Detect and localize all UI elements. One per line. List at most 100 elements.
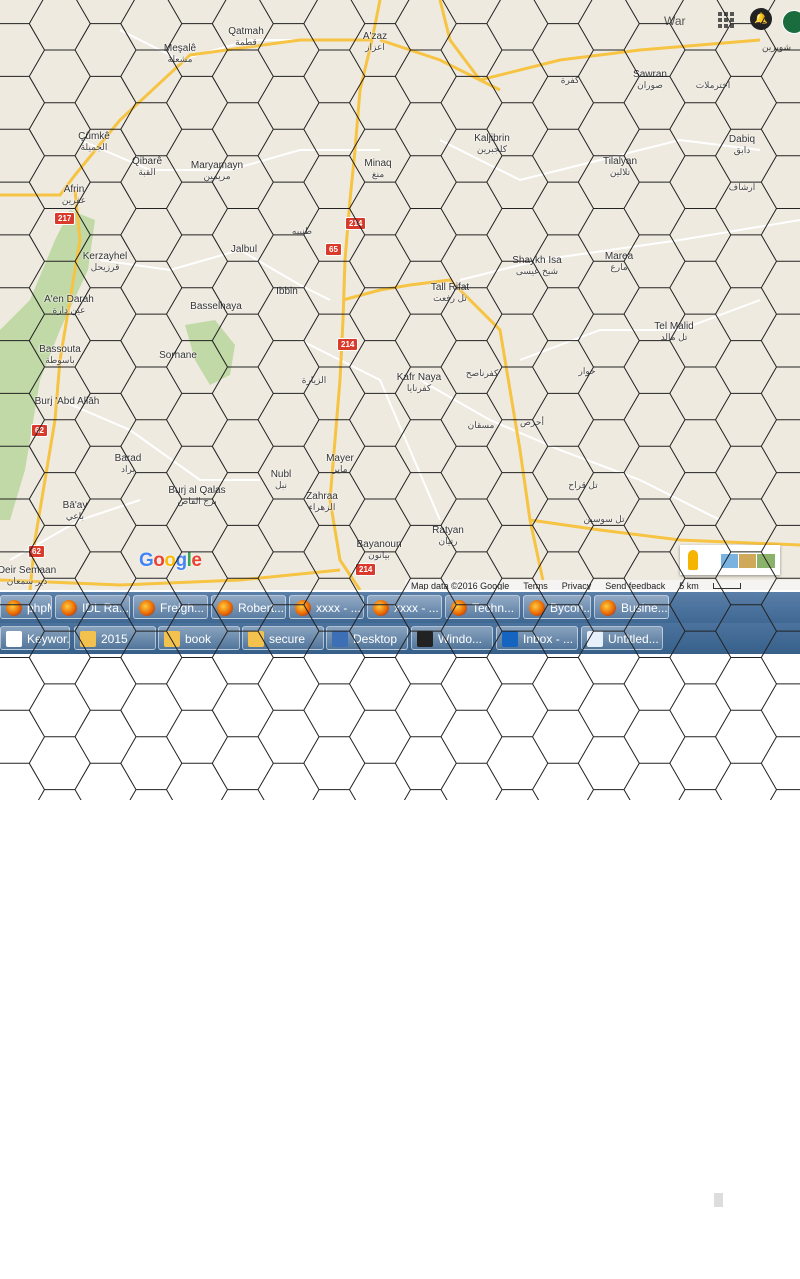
taskbar-item-idl[interactable]: IDL Ra... [55, 595, 130, 619]
taskbar-item-xxxx-1[interactable]: xxxx - ... [289, 595, 364, 619]
taskbar-item-windows[interactable]: Windo... [411, 626, 493, 650]
place-label-nubl[interactable]: Nubl نبل [271, 469, 292, 491]
place-label-aendarah[interactable]: A'en Darah عين دارة [44, 294, 94, 316]
place-label-bayanoun[interactable]: Bayanoun بيانون [356, 539, 401, 561]
taskbar-item-desktop[interactable]: Desktop [326, 626, 408, 650]
place-label-minaq[interactable]: Minaq منغ [364, 158, 391, 180]
task-label: Busine... [621, 601, 668, 615]
place-label-ratyan[interactable]: Ratyan رتيان [432, 525, 464, 547]
clock-time[interactable]: 13:42 [752, 1188, 782, 1201]
place-label-ahras[interactable]: أحرص [520, 417, 544, 428]
place-name-arabic: تل سوسين [583, 514, 625, 524]
taskbar-item-techn[interactable]: Techn... [445, 595, 520, 619]
place-label-telmalid[interactable]: Tel Malid تل مالد [654, 321, 693, 343]
privacy-link[interactable]: Privacy [562, 581, 592, 590]
place-label-tallrifat[interactable]: Tall Rifat تل رفعت [431, 282, 469, 304]
windows-logo-icon[interactable] [700, 1254, 714, 1268]
place-label-sorhane[interactable]: Sorhane [159, 350, 197, 361]
place-label-ibbin[interactable]: Ibbin [276, 286, 298, 297]
place-name: Qibarê [131, 156, 163, 167]
place-name-arabic: بيانون [368, 550, 390, 560]
place-label-arshaf[interactable]: ارشاف [729, 182, 755, 193]
taskbar-item-2015[interactable]: 2015 [74, 626, 156, 650]
place-name-arabic: الجميلة [80, 142, 108, 152]
place-label-qatmah[interactable]: Qatmah قطمة [228, 26, 264, 48]
place-label-baay[interactable]: Bā'ay باعي [63, 500, 88, 522]
taskbar-item-book[interactable]: book [158, 626, 240, 650]
task-label: Bycon... [550, 601, 591, 615]
place-label-barad[interactable]: Barad براد [115, 453, 142, 475]
place-label-tilalyan[interactable]: Tilalyan تلالين [603, 156, 637, 178]
place-label-bassouta[interactable]: Bassouta باسوطة [39, 344, 81, 366]
taskbar-item-robert[interactable]: Robert... [211, 595, 286, 619]
place-name: A'zaz [362, 31, 388, 42]
taskbar-item-keyword[interactable]: Keywor... [0, 626, 70, 650]
place-name-arabic: نبل [274, 480, 288, 490]
place-label-dabiq[interactable]: Dabiq دابق [729, 134, 755, 156]
place-name: Tall Rifat [430, 282, 470, 293]
taskbar-item-freight[interactable]: Freigh... [133, 595, 208, 619]
avatar[interactable] [782, 10, 800, 34]
firefox-icon [61, 600, 77, 616]
place-label-cumke[interactable]: Çûmkê الجميلة [78, 131, 110, 153]
taskbar-item-bycon[interactable]: Bycon... [523, 595, 591, 619]
place-name: Sorhane [159, 350, 197, 361]
place-label-jalbul[interactable]: Jalbul [231, 244, 257, 255]
place-label-hawar[interactable]: حوار [578, 366, 595, 377]
place-label-sawran[interactable]: Sawran صوران [633, 69, 667, 91]
terms-link[interactable]: Terms [523, 581, 548, 590]
notification-bell-icon[interactable]: 🔔 [750, 8, 772, 30]
place-label-tallqarah[interactable]: تل قراح [568, 480, 597, 491]
task-label: xxxx - ... [394, 601, 439, 615]
terrain-view-thumbnail[interactable] [756, 553, 776, 569]
place-label-burjalqalas[interactable]: Burj al Qalas برج القاص [168, 485, 225, 507]
send-feedback-link[interactable]: Send feedback [605, 581, 665, 590]
clock-date[interactable]: Saturda 20/02/20 [755, 1251, 798, 1279]
firefox-icon [373, 600, 389, 616]
place-name: Sawran [633, 69, 667, 80]
place-name-arabic: اعزاز [365, 42, 385, 52]
place-label-mayer[interactable]: Mayer ماير [326, 453, 354, 475]
place-name: Jalbul [230, 244, 258, 255]
map-canvas[interactable]: Qatmah قطمة A'zaz اعزاز Meşalê مشعلة كفرة Sawra… [0, 0, 800, 590]
taskbar-item-secure[interactable]: secure [242, 626, 324, 650]
place-name-arabic: مريمين [203, 171, 231, 181]
pegman-icon[interactable] [688, 550, 698, 570]
place-label-kafrnasih[interactable]: كفرناصح [466, 368, 499, 379]
system-tray-icons[interactable] [696, 1190, 746, 1210]
place-label-tanabiya[interactable]: طنبيه [292, 226, 312, 237]
place-label-maskan[interactable]: مسقان [468, 420, 495, 431]
place-label-marea[interactable]: Marea مارع [605, 251, 633, 273]
place-label-zahraa[interactable]: Zahraa الزهراء [306, 491, 338, 513]
place-label-ikhtimalat[interactable]: اخترملات [696, 80, 730, 91]
place-label-qibare[interactable]: Qibarê القبة [132, 156, 162, 178]
place-label-kerzayhel[interactable]: Kerzayhel قرزيحل [83, 251, 127, 273]
place-label-maryamayn[interactable]: Maryamayn مريمين [191, 160, 243, 182]
taskbar-item-business[interactable]: Busine... [594, 595, 669, 619]
apps-grid-icon[interactable] [718, 12, 734, 28]
place-label-ziyara[interactable]: الزيارة [302, 375, 327, 386]
street-view-panel [680, 545, 780, 575]
place-label-kaljibrin[interactable]: Kaljibrin كلجبرين [474, 133, 510, 155]
taskbar-item-xxxx-2[interactable]: xxxx - ... [367, 595, 442, 619]
firefox-icon [600, 600, 616, 616]
place-label-shaykhisa[interactable]: Shaykh Isa شيخ عيسى [512, 255, 561, 277]
place-label-burjabdallah[interactable]: Burj 'Abd Allāh [35, 396, 100, 407]
place-label-tallsusayn[interactable]: تل سوسين [583, 514, 624, 525]
place-label-afrin[interactable]: Afrin عفرين [62, 184, 86, 206]
place-label-kafrnaya[interactable]: Kafr Naya كفرنايا [397, 372, 441, 394]
earth-view-thumbnail[interactable] [738, 553, 758, 569]
place-label-deirsemaan[interactable]: Deir Semaan دير سمعان [0, 565, 56, 587]
place-name-arabic: طنبيه [291, 226, 313, 236]
taskbar-item-inbox[interactable]: Inbox - ... [496, 626, 578, 650]
place-label-azaz[interactable]: A'zaz اعزاز [363, 31, 387, 53]
place-name: Maryamayn [190, 160, 244, 171]
place-label-mesale[interactable]: Meşalê مشعلة [164, 43, 196, 65]
task-label: book [185, 632, 212, 646]
map-view-thumbnail[interactable] [720, 553, 740, 569]
task-label: Windo... [438, 632, 483, 646]
place-label-kafra[interactable]: كفرة [561, 75, 580, 86]
place-label-basselhaya[interactable]: Basselhaya [190, 301, 242, 312]
taskbar-item-untitled[interactable]: Untitled... [581, 626, 663, 650]
taskbar-item-phpmyadmin[interactable]: phpM... [0, 595, 52, 619]
